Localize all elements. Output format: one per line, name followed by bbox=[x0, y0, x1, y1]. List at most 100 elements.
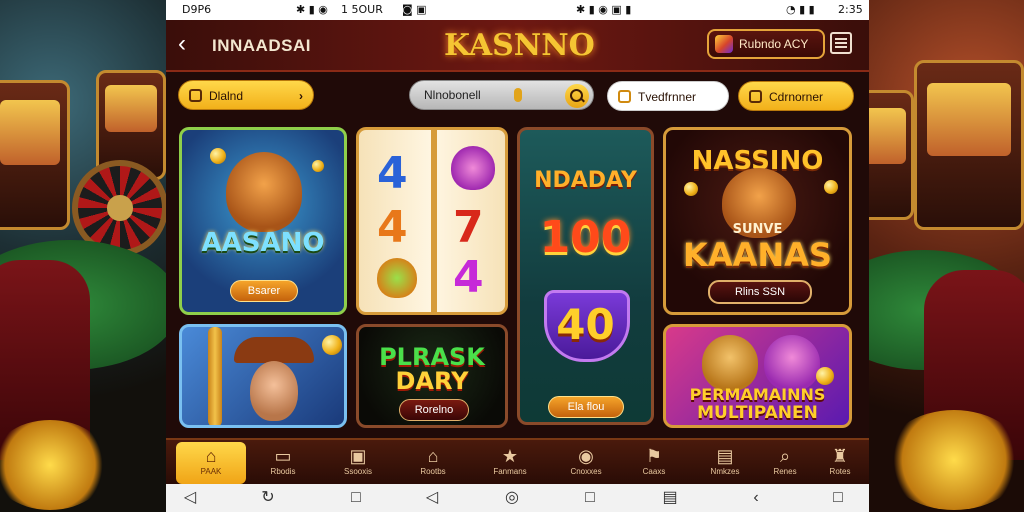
coin-icon bbox=[322, 335, 342, 355]
back-icon[interactable]: ◁ bbox=[422, 488, 442, 508]
slot-machine-decor bbox=[914, 60, 1024, 230]
chip-one-label: Tvedfrnner bbox=[638, 90, 697, 104]
reel-symbol: 4 bbox=[377, 202, 408, 253]
play-button[interactable]: Rorelno bbox=[399, 399, 469, 421]
menu-icon[interactable] bbox=[830, 32, 852, 54]
nav-item-home[interactable]: ⌂ PAAK bbox=[176, 442, 246, 484]
status-time-left: D9P6 bbox=[182, 3, 212, 16]
search-input[interactable]: Nlnobonell bbox=[424, 88, 481, 102]
status-icons: ◙ ▣ bbox=[402, 3, 427, 16]
reel-symbol: 7 bbox=[453, 202, 484, 253]
reward-button[interactable]: Rubndo ACY bbox=[707, 29, 825, 59]
nav-item-rooms[interactable]: ⌂ Rootbs bbox=[398, 442, 468, 484]
category-dropdown[interactable]: Dlalnd › bbox=[178, 80, 314, 110]
background-right bbox=[854, 0, 1024, 512]
play-button[interactable]: Bsarer bbox=[230, 280, 298, 302]
app-bar: ‹ INNAADSAI KASNNO Rubndo ACY bbox=[166, 20, 869, 72]
staff-illustration bbox=[208, 327, 222, 425]
house-icon: ⌂ bbox=[427, 446, 439, 466]
reel-symbol: 4 bbox=[377, 148, 408, 199]
back-icon[interactable]: ◁ bbox=[180, 488, 200, 508]
game-title-secondary: DARY bbox=[395, 367, 469, 395]
back-arrow-icon[interactable]: ‹ bbox=[178, 32, 186, 56]
key-icon bbox=[514, 88, 522, 102]
tiger-illustration bbox=[226, 152, 302, 232]
coins-decor bbox=[884, 410, 1024, 510]
game-tile[interactable]: PLRASK DARY Rorelno bbox=[356, 324, 508, 428]
square-icon[interactable]: □ bbox=[346, 488, 366, 508]
ticket-icon: ▤ bbox=[716, 446, 734, 466]
status-right-icons: ✱ ▮ ◉ ▣ ▮ bbox=[576, 3, 632, 16]
character-illustration bbox=[250, 361, 298, 421]
fruit-icon bbox=[377, 258, 417, 298]
game-tile[interactable]: AASANO Bsarer bbox=[179, 127, 347, 315]
nav-item-chips[interactable]: ◉ Cnoxxes bbox=[551, 442, 621, 484]
search-icon: ⌕ bbox=[779, 446, 791, 466]
status-signal-icon: ✱ ▮ ◉ bbox=[296, 3, 328, 16]
system-navigation-bar: ◁ ↻ □ ◁ ◎ □ ▤ ‹ □ bbox=[166, 484, 869, 512]
game-tile[interactable]: 4 4 7 4 bbox=[356, 127, 508, 315]
casino-logo: KASNNO bbox=[444, 28, 595, 63]
trophy-icon: ♜ bbox=[831, 446, 849, 466]
cards-icon: ▭ bbox=[274, 446, 292, 466]
slot-machine-decor bbox=[0, 80, 70, 230]
coin-icon bbox=[824, 180, 838, 194]
game-tile[interactable]: NDADAY 100 40 Ela flou bbox=[517, 127, 654, 425]
nav-item-favorites[interactable]: ★ Fanmans bbox=[475, 442, 545, 484]
square-icon[interactable]: □ bbox=[828, 488, 848, 508]
game-tile[interactable] bbox=[179, 324, 347, 428]
game-title: NDADAY bbox=[534, 168, 637, 193]
status-time-right: 2:35 bbox=[838, 3, 863, 16]
wifi-icon: ◔ ▮ ▮ bbox=[786, 3, 815, 16]
nav-item-prizes[interactable]: ▤ Nmkzes bbox=[690, 442, 760, 484]
nav-item-cases[interactable]: ⚑ Caaxs bbox=[619, 442, 689, 484]
nav-item-search[interactable]: ⌕ Renes bbox=[757, 442, 813, 484]
slot-icon: ▣ bbox=[349, 446, 367, 466]
game-tile[interactable]: NASSINO SUNVE KAANAS Rlins SSN bbox=[663, 127, 852, 315]
search-icon[interactable] bbox=[565, 84, 589, 108]
refresh-icon[interactable]: ↻ bbox=[258, 488, 278, 508]
gift-icon bbox=[715, 35, 733, 53]
home-icon: ⌂ bbox=[205, 446, 217, 466]
filter-chip-two[interactable]: Cdrnorner bbox=[738, 81, 854, 111]
coin-icon bbox=[312, 160, 324, 172]
reward-label: Rubndo ACY bbox=[739, 37, 809, 51]
chip-icon: ◉ bbox=[578, 446, 594, 466]
nav-item-rewards[interactable]: ♜ Rotes bbox=[814, 442, 866, 484]
status-bar: D9P6 ✱ ▮ ◉ 1 5OUR ◙ ▣ ✱ ▮ ◉ ▣ ▮ ◔ ▮ ▮ 2:… bbox=[166, 0, 869, 20]
search-bar[interactable]: Nlnobonell bbox=[409, 80, 594, 110]
play-button[interactable]: Rlins SSN bbox=[708, 280, 812, 304]
game-title: PERMAMAINNS bbox=[689, 385, 826, 404]
square-icon[interactable]: □ bbox=[580, 488, 600, 508]
play-button[interactable]: Ela flou bbox=[548, 396, 624, 418]
filter-chip-one[interactable]: Tvedfrnner bbox=[607, 81, 729, 111]
nav-item-cards[interactable]: ▭ Rbodis bbox=[248, 442, 318, 484]
recent-apps-icon[interactable]: ▤ bbox=[660, 488, 680, 508]
cat-illustration bbox=[702, 335, 758, 391]
nav-item-slots[interactable]: ▣ Ssooxis bbox=[323, 442, 393, 484]
hat-illustration bbox=[234, 337, 314, 363]
back-chevron-icon[interactable]: ‹ bbox=[746, 488, 766, 508]
coin-icon bbox=[816, 367, 834, 385]
star-icon: ★ bbox=[501, 446, 519, 466]
game-title: AASANO bbox=[201, 228, 325, 258]
game-subtitle: SUNVE bbox=[732, 222, 783, 237]
game-tile[interactable]: PERMAMAINNS MULTIPANEN bbox=[663, 324, 852, 428]
category-label: Dlalnd bbox=[209, 89, 244, 103]
game-title-secondary: MULTIPANEN bbox=[697, 403, 818, 423]
chip-icon bbox=[749, 90, 762, 103]
phone-screen: D9P6 ✱ ▮ ◉ 1 5OUR ◙ ▣ ✱ ▮ ◉ ▣ ▮ ◔ ▮ ▮ 2:… bbox=[166, 0, 869, 512]
home-circle-icon[interactable]: ◎ bbox=[502, 488, 522, 508]
bottom-navigation: ⌂ PAAK ▭ Rbodis ▣ Ssooxis ⌂ Rootbs ★ Fan… bbox=[166, 438, 869, 484]
background-left bbox=[0, 0, 170, 512]
pink-creature-icon bbox=[451, 146, 495, 190]
coin-icon bbox=[210, 148, 226, 164]
category-icon bbox=[189, 89, 202, 102]
coin-icon bbox=[684, 182, 698, 196]
chip-icon bbox=[618, 90, 631, 103]
reel-divider bbox=[431, 130, 437, 312]
chevron-right-icon: › bbox=[299, 89, 303, 103]
jackpot-number: 100 bbox=[539, 212, 632, 263]
badge-number: 40 bbox=[556, 300, 615, 349]
status-text: 1 5OUR bbox=[341, 3, 383, 16]
